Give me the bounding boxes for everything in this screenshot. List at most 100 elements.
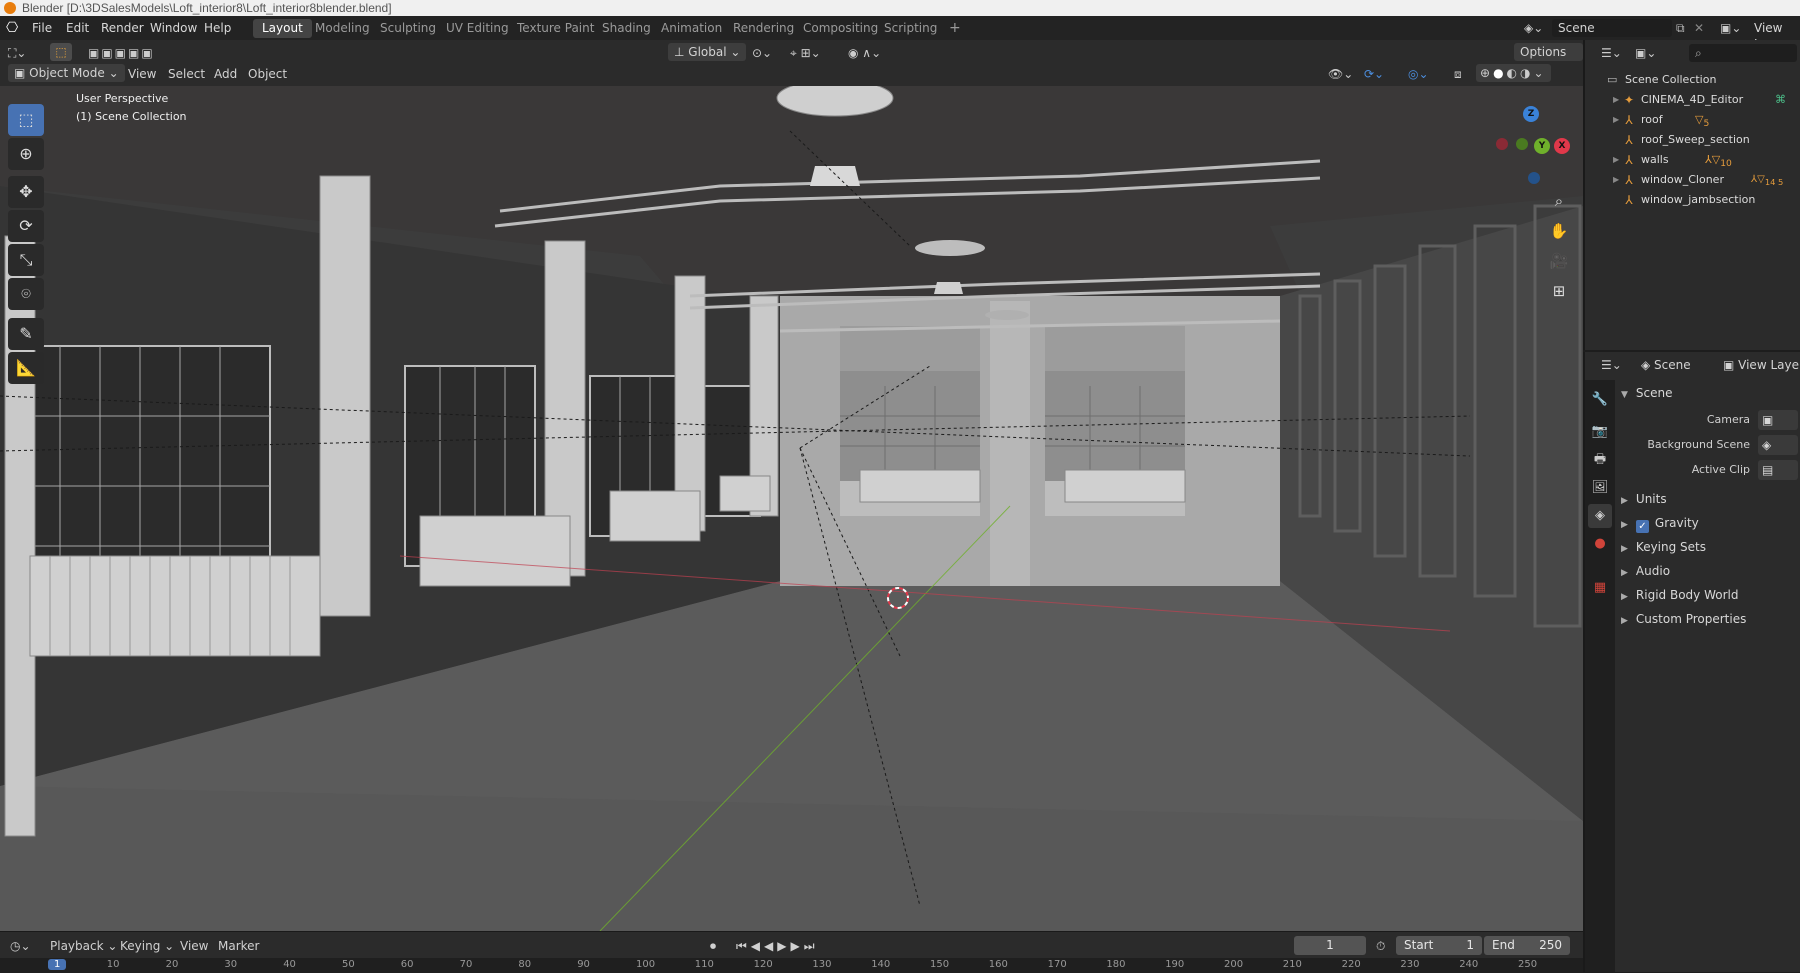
- cursor-tool-icon[interactable]: ⊕: [8, 138, 44, 170]
- selection-mode-icons[interactable]: ▣▣▣▣▣: [88, 44, 155, 62]
- expand-arrow-icon[interactable]: ▶: [1613, 150, 1619, 170]
- record-icon[interactable]: ⏺: [710, 938, 716, 954]
- tab-texture-paint[interactable]: Texture Paint: [508, 19, 603, 38]
- scale-tool-icon[interactable]: ⤡: [8, 244, 44, 276]
- scene-name-field[interactable]: Scene: [1552, 19, 1672, 37]
- overlay-toggle-icon[interactable]: ◎⌄: [1408, 65, 1429, 83]
- active-clip-field[interactable]: ▤: [1758, 460, 1798, 480]
- end-frame-field[interactable]: End 250: [1484, 936, 1570, 955]
- viewport-menu-add[interactable]: Add: [214, 65, 237, 83]
- outliner-search-icon[interactable]: ⌕: [1689, 44, 1797, 62]
- timeline-menu-view[interactable]: View: [180, 938, 208, 954]
- tab-sculpting[interactable]: Sculpting: [371, 19, 445, 38]
- proportional-edit-icon[interactable]: ◉ ∧⌄: [848, 44, 881, 62]
- viewport-menu-view[interactable]: View: [128, 65, 156, 83]
- gizmo-neg-y[interactable]: [1516, 138, 1528, 150]
- start-frame-field[interactable]: Start 1: [1396, 936, 1482, 955]
- outliner-row[interactable]: ⅄ roof_Sweep_section: [1585, 130, 1800, 150]
- gizmo-y-axis[interactable]: Y: [1534, 138, 1550, 154]
- tool-tab-icon[interactable]: 🔧: [1588, 388, 1612, 412]
- scene-panel-header[interactable]: ▼ Scene: [1621, 382, 1673, 404]
- measure-tool-icon[interactable]: 📐: [8, 352, 44, 384]
- xray-toggle-icon[interactable]: ⧈: [1454, 65, 1462, 83]
- playback-controls[interactable]: ⏮◀◀▶▶⏭: [736, 938, 819, 954]
- outliner-editor-icon[interactable]: ☰⌄: [1601, 44, 1622, 62]
- visibility-icon[interactable]: 👁⌄: [1328, 65, 1353, 83]
- menu-render[interactable]: Render: [101, 20, 144, 36]
- zoom-icon[interactable]: ⌕: [1546, 188, 1572, 214]
- tab-animation[interactable]: Animation: [652, 19, 731, 38]
- custom-properties-section[interactable]: ▶ Custom Properties: [1621, 608, 1746, 630]
- keying-sets-section[interactable]: ▶ Keying Sets: [1621, 536, 1706, 558]
- tab-uv-editing[interactable]: UV Editing: [437, 19, 518, 38]
- gizmo-toggle-icon[interactable]: ⟳⌄: [1364, 65, 1384, 83]
- gizmo-x-axis[interactable]: X: [1554, 138, 1570, 154]
- select-box-tool-icon[interactable]: ⬚: [8, 104, 44, 136]
- render-tab-icon[interactable]: 📷: [1588, 420, 1612, 444]
- display-mode-icon[interactable]: ▣⌄: [1635, 44, 1656, 62]
- gizmo-neg-x[interactable]: [1496, 138, 1508, 150]
- view-layer-icon[interactable]: ▣⌄: [1720, 20, 1741, 36]
- rigid-body-world-section[interactable]: ▶ Rigid Body World: [1621, 584, 1738, 606]
- scene-type-icon[interactable]: ◈⌄: [1524, 20, 1543, 36]
- gizmo-z-axis[interactable]: Z: [1523, 106, 1539, 122]
- editor-type-icon[interactable]: ⛶⌄: [8, 44, 26, 62]
- expand-arrow-icon[interactable]: ▶: [1613, 90, 1619, 110]
- units-section[interactable]: ▶ Units: [1621, 488, 1667, 510]
- select-tool-icon[interactable]: ⬚: [50, 43, 72, 61]
- transform-tool-icon[interactable]: ⌾: [8, 278, 44, 310]
- delete-scene-icon[interactable]: ✕: [1694, 20, 1704, 36]
- add-workspace-button[interactable]: +: [940, 19, 970, 38]
- texture-tab-icon[interactable]: ▦: [1588, 576, 1612, 600]
- gravity-section[interactable]: ▶ ✓ Gravity: [1621, 512, 1699, 534]
- rotate-tool-icon[interactable]: ⟳: [8, 210, 44, 242]
- move-tool-icon[interactable]: ✥: [8, 176, 44, 208]
- ortho-grid-icon[interactable]: ⊞: [1546, 278, 1572, 304]
- blender-menu-icon[interactable]: ⎔: [6, 20, 18, 36]
- timeline-ruler[interactable]: 1 10 20 30 40 50 60 70 80 90 100 110 120 130 140 150 160…: [0, 958, 1583, 973]
- scene-tab-icon[interactable]: ◈: [1588, 504, 1612, 528]
- menu-file[interactable]: File: [32, 20, 52, 36]
- pan-hand-icon[interactable]: ✋: [1546, 218, 1572, 244]
- annotate-tool-icon[interactable]: ✎: [8, 318, 44, 350]
- tab-compositing[interactable]: Compositing: [794, 19, 887, 38]
- shading-mode-buttons[interactable]: ⊕●◐◑⌄: [1476, 64, 1551, 82]
- gravity-checkbox[interactable]: ✓: [1635, 520, 1649, 533]
- background-scene-field[interactable]: ◈: [1758, 435, 1798, 455]
- properties-viewlayer-tab[interactable]: ▣ View Laye: [1723, 356, 1799, 374]
- menu-edit[interactable]: Edit: [66, 20, 89, 36]
- snap-icon[interactable]: ⌖ ⊞⌄: [790, 44, 821, 62]
- pivot-point-icon[interactable]: ⊙⌄: [752, 44, 772, 62]
- tab-shading[interactable]: Shading: [593, 19, 660, 38]
- object-mode-dropdown[interactable]: ▣ Object Mode ⌄: [8, 64, 125, 82]
- outliner-row-scene-collection[interactable]: ▭ Scene Collection: [1585, 70, 1800, 90]
- timeline-menu-playback[interactable]: Playback ⌄: [50, 938, 117, 954]
- outliner-row[interactable]: ⅄ window_jambsection: [1585, 190, 1800, 210]
- outliner-row[interactable]: ▶ ⅄ window_Cloner ⅄▽14 5: [1585, 170, 1800, 190]
- outliner-row[interactable]: ▶ ✦ CINEMA_4D_Editor ⌘: [1585, 90, 1800, 110]
- options-dropdown[interactable]: Options ⌄: [1514, 43, 1583, 77]
- expand-arrow-icon[interactable]: ▶: [1613, 110, 1619, 130]
- gizmo-neg-z[interactable]: [1528, 172, 1540, 184]
- transform-orientation-dropdown[interactable]: ⊥ Global ⌄: [668, 43, 747, 61]
- current-frame-field[interactable]: 1: [1294, 936, 1366, 955]
- view-layer-tab-icon[interactable]: 🖼: [1588, 476, 1612, 500]
- properties-editor-icon[interactable]: ☰⌄: [1601, 356, 1622, 374]
- tab-modeling[interactable]: Modeling: [306, 19, 379, 38]
- tab-rendering[interactable]: Rendering: [724, 19, 803, 38]
- frame-lock-icon[interactable]: ⏱: [1376, 938, 1385, 954]
- menu-help[interactable]: Help: [204, 20, 231, 36]
- outliner-row[interactable]: ▶ ⅄ walls ⅄▽10: [1585, 150, 1800, 170]
- timeline-editor-icon[interactable]: ◷⌄: [10, 938, 31, 954]
- camera-view-icon[interactable]: 🎥: [1546, 248, 1572, 274]
- viewport-menu-object[interactable]: Object: [248, 65, 287, 83]
- properties-scene-tab[interactable]: ◈ Scene: [1641, 356, 1691, 374]
- timeline-menu-keying[interactable]: Keying ⌄: [120, 938, 174, 954]
- tab-scripting[interactable]: Scripting: [875, 19, 946, 38]
- tab-layout[interactable]: Layout: [253, 19, 312, 38]
- menu-window[interactable]: Window: [150, 20, 197, 36]
- new-scene-icon[interactable]: ⧉: [1676, 20, 1685, 36]
- audio-section[interactable]: ▶ Audio: [1621, 560, 1670, 582]
- output-tab-icon[interactable]: 🖶: [1588, 448, 1612, 472]
- world-tab-icon[interactable]: ●: [1588, 532, 1612, 556]
